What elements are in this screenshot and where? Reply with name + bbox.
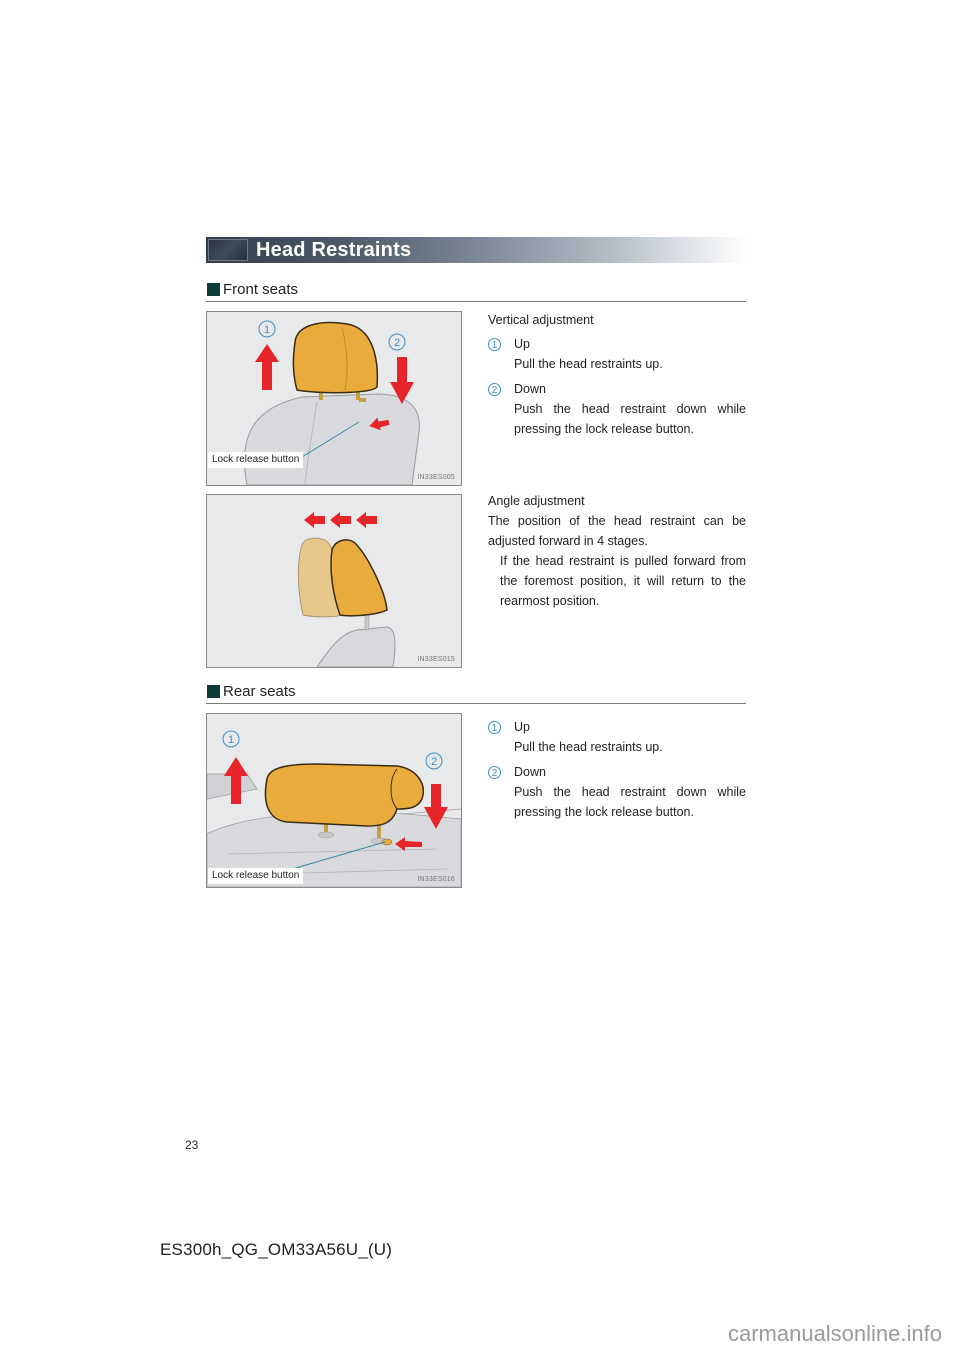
list-item: 2 Down Push the head restraint down whil… <box>488 762 746 822</box>
section-title-bar: Head Restraints <box>206 237 746 263</box>
section-heading-label: Rear seats <box>223 683 296 700</box>
item-desc: Pull the head restraints up. <box>514 740 663 754</box>
body-text: The position of the head restraint can b… <box>488 514 746 548</box>
vertical-adjustment-text: Vertical adjustment 1 Up Pull the head r… <box>488 310 746 439</box>
marker-1: 1 <box>264 324 270 336</box>
up-arrow-icon <box>255 344 279 390</box>
list-item: 1 Up Pull the head restraints up. <box>488 334 746 374</box>
item-title: Up <box>514 720 530 734</box>
forward-arrow-icon <box>330 512 351 528</box>
forward-arrow-icon <box>356 512 377 528</box>
figure-front-angle-adjustment: IN33ES015 <box>206 494 462 668</box>
item-title: Down <box>514 382 546 396</box>
heading-square-icon <box>207 283 220 296</box>
section-heading-front-seats: Front seats <box>206 279 746 302</box>
number-1-icon: 1 <box>488 338 501 352</box>
list-item: 1 Up Pull the head restraints up. <box>488 717 746 757</box>
rear-headrest-illustration: 1 2 <box>207 730 461 887</box>
figure-code: IN33ES016 <box>417 876 455 883</box>
page-number: 23 <box>185 1138 199 1152</box>
subheading: Angle adjustment <box>488 494 585 508</box>
item-desc: Pull the head restraints up. <box>514 357 663 371</box>
heading-square-icon <box>207 685 220 698</box>
front-headrest-angle-illustration <box>297 512 396 667</box>
lock-release-button-callout: Lock release button <box>208 868 304 884</box>
marker-1: 1 <box>228 734 234 746</box>
figure-code: IN33ES015 <box>417 656 455 663</box>
headrest <box>330 539 388 617</box>
item-title: Down <box>514 765 546 779</box>
headrest <box>292 321 379 394</box>
page-title: Head Restraints <box>256 239 412 261</box>
list-item: 2 Down Push the head restraint down whil… <box>488 379 746 439</box>
item-title: Up <box>514 337 530 351</box>
item-desc: Push the head restraint down while press… <box>514 402 746 436</box>
number-2-icon: 2 <box>488 766 501 780</box>
marker-2: 2 <box>394 337 400 349</box>
figure-front-vertical-adjustment: 1 2 Lock release button IN33ES005 <box>206 311 462 486</box>
marker-2: 2 <box>431 756 437 768</box>
rear-seats-text: 1 Up Pull the head restraints up. 2 Down… <box>488 717 746 822</box>
subheading: Vertical adjustment <box>488 313 594 327</box>
document-code: ES300h_QG_OM33A56U_(U) <box>160 1240 393 1259</box>
watermark-link[interactable]: carmanualsonline.info <box>728 1321 942 1347</box>
item-desc: Push the head restraint down while press… <box>514 785 746 819</box>
number-1-icon: 1 <box>488 721 501 735</box>
figure-code: IN33ES005 <box>417 474 455 481</box>
number-2-icon: 2 <box>488 383 501 397</box>
lock-release-button-callout: Lock release button <box>208 452 304 468</box>
forward-arrow-icon <box>304 512 325 528</box>
note-text: If the head restraint is pulled forward … <box>500 554 746 608</box>
figure-rear-vertical-adjustment: 1 2 Lock release button IN33ES016 <box>206 713 462 888</box>
section-heading-label: Front seats <box>223 281 299 298</box>
title-thumbnail <box>208 239 248 261</box>
angle-adjustment-text: Angle adjustment The position of the hea… <box>488 491 746 611</box>
section-heading-rear-seats: Rear seats <box>206 681 746 704</box>
